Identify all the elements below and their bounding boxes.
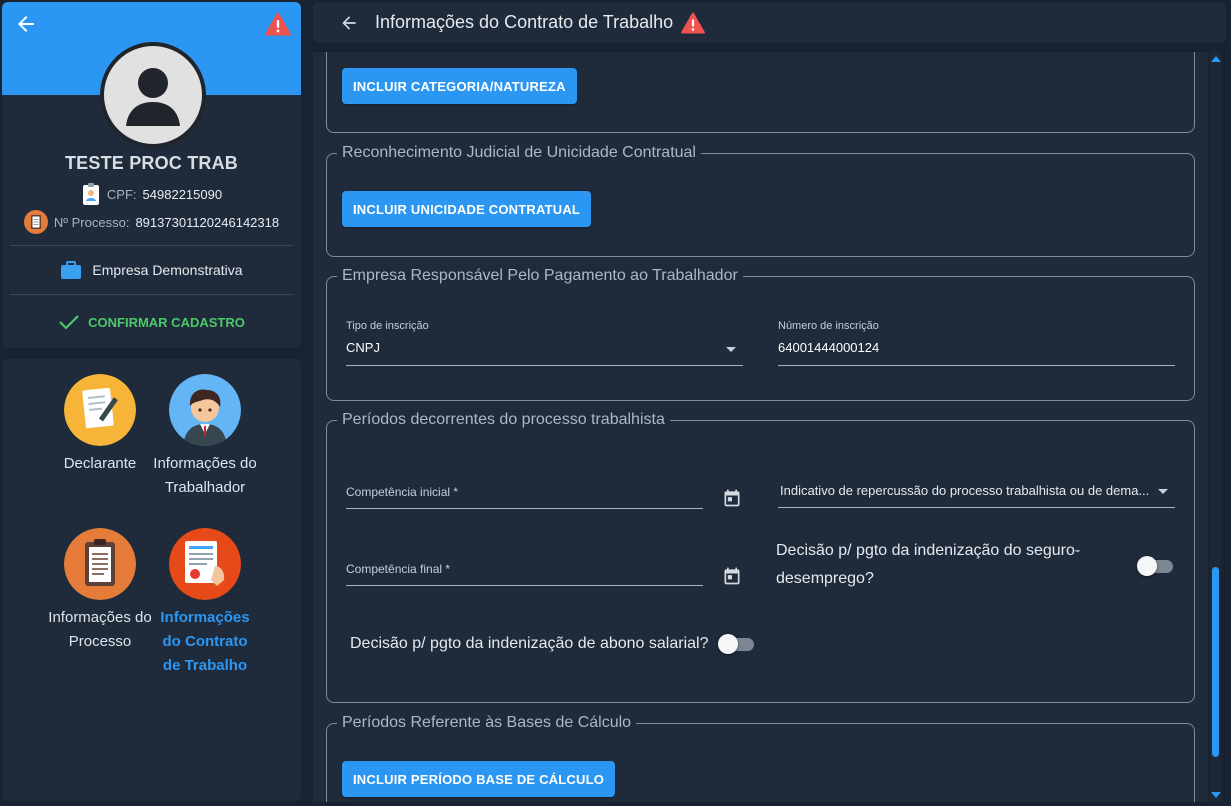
- underline: [346, 365, 743, 366]
- registration-type-value: CNPJ: [346, 340, 380, 355]
- unemployment-insurance-label-line1: Decisão p/ pgto da indenização do seguro…: [776, 542, 1081, 559]
- avatar: [100, 42, 206, 148]
- clipboard-icon: [64, 528, 136, 600]
- contract-icon: [169, 528, 241, 600]
- profile-name: TESTE PROC TRAB: [64, 153, 238, 173]
- initial-period-placeholder: Competência inicial *: [346, 485, 459, 499]
- calculation-bases-section-legend: Períodos Referente às Bases de Cálculo: [342, 714, 632, 731]
- registration-number-value: 64001444000124: [778, 340, 880, 355]
- registration-number-label: Número de inscrição: [778, 320, 879, 332]
- nav-item-declarante[interactable]: Declarante: [47, 374, 153, 476]
- company-name: Empresa Demonstrativa: [92, 262, 243, 278]
- divider: [10, 245, 293, 246]
- user-silhouette-icon: [104, 46, 202, 144]
- unemployment-insurance-toggle[interactable]: [1137, 556, 1173, 576]
- repercussion-indicator-select[interactable]: Indicativo de repercussão do processo tr…: [778, 483, 1175, 508]
- toggle-knob: [718, 634, 738, 654]
- nav-label-declarante: Declarante: [63, 455, 137, 472]
- calendar-icon[interactable]: [722, 488, 742, 508]
- registration-type-label: Tipo de inscrição: [346, 320, 429, 332]
- add-category-button[interactable]: INCLUIR CATEGORIA/NATUREZA: [342, 68, 577, 104]
- process-row: Nº Processo: 89137301120246142318: [2, 210, 301, 234]
- underline: [346, 585, 703, 586]
- confirm-registration-label: CONFIRMAR CADASTRO: [88, 314, 245, 330]
- unicity-section-legend: Reconhecimento Judicial de Unicidade Con…: [342, 144, 696, 161]
- company-section-legend: Empresa Responsável Pelo Pagamento ao Tr…: [342, 267, 738, 284]
- scroll-down-arrow[interactable]: [1210, 792, 1221, 798]
- section-nav: Declarante Informações do Trabalhador In…: [2, 359, 301, 801]
- scroll-thumb[interactable]: [1212, 567, 1219, 757]
- dropdown-arrow-icon: [1158, 489, 1168, 494]
- unemployment-insurance-label-line2: desemprego?: [776, 570, 874, 587]
- cpf-value: 54982215090: [142, 186, 223, 202]
- process-book-icon: [23, 210, 48, 234]
- briefcase-icon: [61, 261, 82, 279]
- confirm-registration-button[interactable]: CONFIRMAR CADASTRO: [2, 313, 301, 331]
- nav-item-contrato[interactable]: Informações do Contrato de Trabalho: [152, 528, 258, 678]
- add-calculation-base-button[interactable]: INCLUIR PERÍODO BASE DE CÁLCULO: [342, 761, 616, 797]
- add-unicity-button[interactable]: INCLUIR UNICIDADE CONTRATUAL: [342, 191, 592, 227]
- page-title: Informações do Contrato de Trabalho: [375, 12, 674, 32]
- salary-bonus-toggle[interactable]: [718, 634, 754, 654]
- document-pen-icon: [64, 374, 136, 446]
- registration-number-field[interactable]: Número de inscrição 64001444000124: [778, 320, 1175, 366]
- process-label: Nº Processo:: [53, 214, 130, 230]
- nav-label-trabalhador: Informações do Trabalhador: [153, 455, 257, 496]
- back-arrow-icon[interactable]: [14, 12, 38, 36]
- page-header: Informações do Contrato de Trabalho: [313, 2, 1226, 43]
- cpf-label: CPF:: [106, 186, 137, 202]
- repercussion-indicator-value: Indicativo de repercussão do processo tr…: [780, 483, 1150, 498]
- salary-bonus-label: Decisão p/ pgto da indenização de abono …: [350, 635, 709, 652]
- toggle-knob: [1137, 556, 1157, 576]
- final-period-placeholder: Competência final *: [346, 562, 451, 576]
- initial-period-field[interactable]: Competência inicial *: [346, 485, 703, 509]
- process-value: 89137301120246142318: [135, 214, 280, 230]
- nav-label-contrato: Informações do Contrato de Trabalho: [160, 609, 250, 674]
- nav-label-processo: Informações do Processo: [48, 609, 152, 650]
- final-period-field[interactable]: Competência final *: [346, 562, 703, 586]
- warning-icon[interactable]: [265, 12, 291, 36]
- contract-form: INCLUIR CATEGORIA/NATUREZA Reconheciment…: [313, 52, 1208, 802]
- nav-item-trabalhador[interactable]: Informações do Trabalhador: [152, 374, 258, 500]
- unemployment-insurance-label: Decisão p/ pgto da indenização do seguro…: [776, 537, 1080, 593]
- checkmark-icon: [59, 315, 79, 330]
- registration-type-select[interactable]: Tipo de inscrição CNPJ: [346, 320, 743, 366]
- divider: [10, 294, 293, 295]
- dropdown-arrow-icon: [726, 347, 736, 352]
- warning-icon[interactable]: [681, 11, 706, 34]
- main-scrollbar[interactable]: [1210, 52, 1221, 802]
- underline: [778, 507, 1175, 508]
- profile-card: TESTE PROC TRAB CPF: 54982215090 Nº Proc…: [2, 2, 301, 348]
- cpf-row: CPF: 54982215090: [2, 182, 301, 206]
- scroll-up-arrow[interactable]: [1210, 56, 1221, 62]
- worker-icon: [169, 374, 241, 446]
- periods-section-legend: Períodos decorrentes do processo trabalh…: [342, 411, 665, 428]
- calendar-icon[interactable]: [722, 566, 742, 586]
- id-badge-icon: [82, 183, 99, 205]
- company-row[interactable]: Empresa Demonstrativa: [2, 260, 301, 280]
- nav-item-processo[interactable]: Informações do Processo: [47, 528, 153, 654]
- back-arrow-icon[interactable]: [339, 13, 359, 33]
- underline: [346, 508, 703, 509]
- underline: [778, 365, 1175, 366]
